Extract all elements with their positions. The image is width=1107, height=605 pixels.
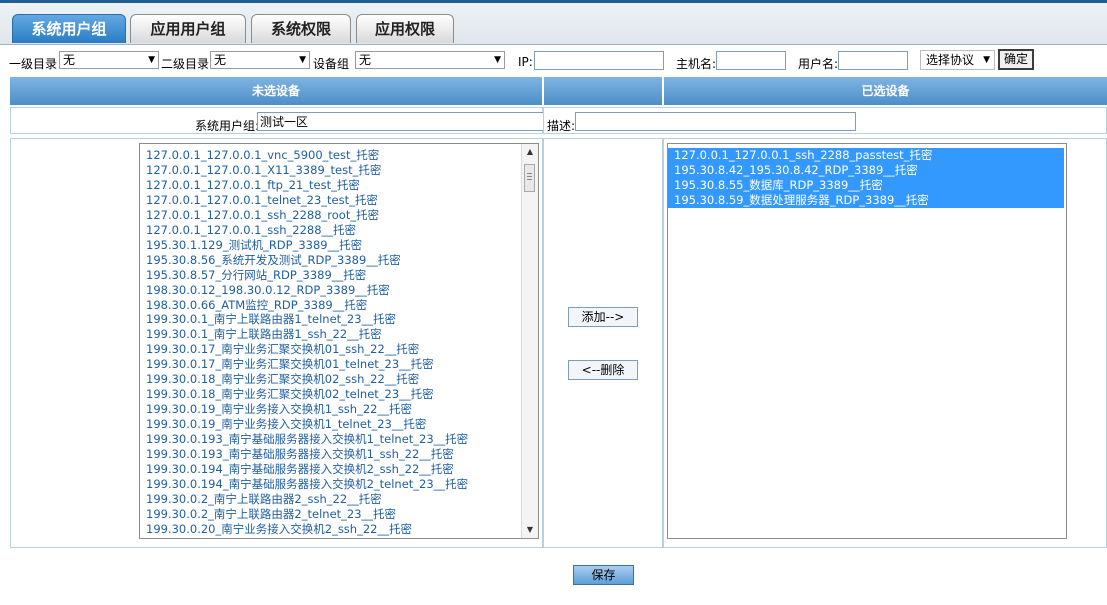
list-item[interactable]: 195.30.8.59_数据处理服务器_RDP_3389__托密 bbox=[668, 192, 1064, 208]
description-cell: 描述: bbox=[543, 107, 1107, 134]
device-group-value: 无 bbox=[359, 53, 372, 67]
list-item[interactable]: 199.30.0.19_南宁业务接入交换机1_telnet_23__托密 bbox=[140, 417, 538, 432]
list-item[interactable]: 127.0.0.1_127.0.0.1_ftp_21_test_托密 bbox=[140, 178, 538, 193]
list-item[interactable]: 199.30.0.19_南宁业务接入交换机1_ssh_22__托密 bbox=[140, 402, 538, 417]
action-panel bbox=[543, 138, 663, 548]
chevron-down-icon: ▼ bbox=[983, 55, 990, 65]
list-item[interactable]: 199.30.0.193_南宁基础服务器接入交换机1_ssh_22__托密 bbox=[140, 447, 538, 462]
level1-label: 一级目录 bbox=[9, 57, 58, 71]
save-button[interactable]: 保存 bbox=[573, 565, 634, 585]
tab-system-user-group[interactable]: 系统用户组 bbox=[12, 14, 126, 43]
list-item[interactable]: 195.30.8.55_数据库_RDP_3389__托密 bbox=[668, 177, 1064, 193]
tab-app-permission[interactable]: 应用权限 bbox=[356, 14, 454, 43]
unselected-list-scrollbar[interactable]: ▲ ▼ bbox=[521, 144, 538, 538]
list-item[interactable]: 199.30.0.17_南宁业务汇聚交换机01_telnet_23__托密 bbox=[140, 357, 538, 372]
level2-label: 二级目录 bbox=[161, 57, 210, 71]
device-group-select[interactable]: 无 ▼ bbox=[355, 51, 505, 69]
group-name-label: 系统用户组: bbox=[195, 119, 260, 133]
description-input[interactable] bbox=[575, 112, 856, 131]
confirm-button[interactable]: 确定 bbox=[998, 49, 1035, 70]
list-item[interactable]: 199.30.0.2_南宁上联路由器2_ssh_22__托密 bbox=[140, 492, 538, 507]
description-label: 描述: bbox=[547, 119, 576, 133]
list-item[interactable]: 127.0.0.1_127.0.0.1_X11_3389_test_托密 bbox=[140, 163, 538, 178]
list-item[interactable]: 127.0.0.1_127.0.0.1_ssh_2288_root_托密 bbox=[140, 208, 538, 223]
selected-header: 已选设备 bbox=[664, 77, 1107, 105]
hostname-input[interactable] bbox=[716, 51, 786, 70]
scroll-down-icon[interactable]: ▼ bbox=[522, 522, 538, 538]
list-item[interactable]: 195.30.1.129_测试机_RDP_3389__托密 bbox=[140, 238, 538, 253]
list-item[interactable]: 195.30.8.57_分行网站_RDP_3389__托密 bbox=[140, 268, 538, 283]
chevron-down-icon: ▼ bbox=[299, 55, 306, 65]
filter-bar: 一级目录 无 ▼ 二级目录 无 ▼ 设备组 无 ▼ IP: 主机名: 用户名: … bbox=[0, 48, 1107, 74]
list-item[interactable]: 199.30.0.17_南宁业务汇聚交换机01_ssh_22__托密 bbox=[140, 342, 538, 357]
list-item[interactable]: 199.30.0.1_南宁上联路由器1_ssh_22__托密 bbox=[140, 327, 538, 342]
username-label: 用户名: bbox=[798, 57, 839, 71]
add-button[interactable]: 添加--> bbox=[568, 307, 638, 327]
hostname-label: 主机名: bbox=[676, 57, 717, 71]
list-item[interactable]: 199.30.0.194_南宁基础服务器接入交换机2_ssh_22__托密 bbox=[140, 462, 538, 477]
chevron-down-icon: ▼ bbox=[148, 55, 155, 65]
tab-system-permission[interactable]: 系统权限 bbox=[251, 14, 351, 43]
list-item[interactable]: 199.30.0.2_南宁上联路由器2_telnet_23__托密 bbox=[140, 507, 538, 522]
protocol-value: 选择协议 bbox=[926, 53, 975, 67]
group-name-cell: 系统用户组: bbox=[10, 107, 550, 134]
level1-select[interactable]: 无 ▼ bbox=[59, 51, 159, 69]
selected-device-list[interactable]: 127.0.0.1_127.0.0.1_ssh_2288_passtest_托密… bbox=[667, 143, 1067, 539]
level1-value: 无 bbox=[63, 53, 76, 67]
list-item[interactable]: 199.30.0.1_南宁上联路由器1_telnet_23__托密 bbox=[140, 312, 538, 327]
group-name-input[interactable] bbox=[257, 112, 550, 131]
ip-label: IP: bbox=[518, 55, 533, 69]
ip-input[interactable] bbox=[534, 51, 664, 70]
list-item[interactable]: 199.30.0.193_南宁基础服务器接入交换机1_telnet_23__托密 bbox=[140, 432, 538, 447]
list-item[interactable]: 127.0.0.1_127.0.0.1_telnet_23_test_托密 bbox=[140, 193, 538, 208]
list-item[interactable]: 198.30.0.12_198.30.0.12_RDP_3389__托密 bbox=[140, 283, 538, 298]
list-item[interactable]: 198.30.0.66_ATM监控_RDP_3389__托密 bbox=[140, 298, 538, 313]
device-group-label: 设备组 bbox=[313, 57, 350, 71]
list-item[interactable]: 199.30.0.18_南宁业务汇聚交换机02_ssh_22__托密 bbox=[140, 372, 538, 387]
list-item[interactable]: 199.30.0.20_南宁业务接入交换机2_ssh_22__托密 bbox=[140, 522, 538, 537]
tab-bar: 系统用户组 应用用户组 系统权限 应用权限 bbox=[0, 3, 1107, 45]
level2-select[interactable]: 无 ▼ bbox=[210, 51, 310, 69]
scroll-thumb[interactable] bbox=[524, 164, 535, 192]
list-item[interactable]: 199.30.0.18_南宁业务汇聚交换机02_telnet_23__托密 bbox=[140, 387, 538, 402]
chevron-down-icon: ▼ bbox=[494, 55, 501, 65]
list-item[interactable]: 127.0.0.1_127.0.0.1_ssh_2288__托密 bbox=[140, 223, 538, 238]
scroll-up-icon[interactable]: ▲ bbox=[522, 144, 538, 160]
unselected-header: 未选设备 bbox=[10, 77, 542, 105]
remove-button[interactable]: <--删除 bbox=[568, 360, 638, 380]
tab-app-user-group[interactable]: 应用用户组 bbox=[130, 14, 246, 43]
username-input[interactable] bbox=[838, 51, 908, 70]
level2-value: 无 bbox=[214, 53, 227, 67]
list-item[interactable]: 195.30.8.42_195.30.8.42_RDP_3389__托密 bbox=[668, 162, 1064, 178]
list-item[interactable]: 127.0.0.1_127.0.0.1_ssh_2288_passtest_托密 bbox=[668, 148, 1064, 163]
unselected-device-list[interactable]: 127.0.0.1_127.0.0.1_vnc_5900_test_托密 127.… bbox=[139, 143, 539, 539]
list-item[interactable]: 195.30.8.56_系统开发及测试_RDP_3389__托密 bbox=[140, 253, 538, 268]
list-item[interactable]: 127.0.0.1_127.0.0.1_vnc_5900_test_托密 bbox=[140, 148, 538, 163]
middle-header bbox=[544, 77, 662, 105]
protocol-select[interactable]: 选择协议 ▼ bbox=[920, 50, 995, 70]
list-item[interactable]: 199.30.0.194_南宁基础服务器接入交换机2_telnet_23__托密 bbox=[140, 477, 538, 492]
